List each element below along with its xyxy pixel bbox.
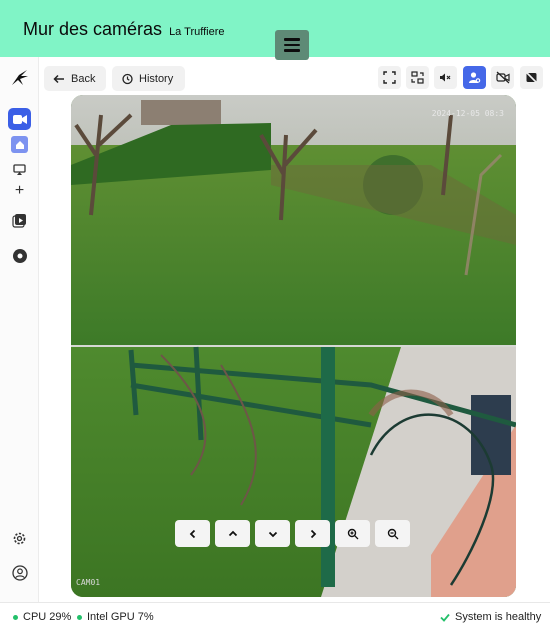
camera-feed-image bbox=[71, 95, 516, 597]
zoom-in-icon bbox=[347, 528, 358, 539]
pan-left-button[interactable] bbox=[175, 520, 210, 547]
zoom-out-button[interactable] bbox=[375, 520, 410, 547]
replay-icon[interactable] bbox=[10, 211, 29, 230]
zoom-in-button[interactable] bbox=[335, 520, 370, 547]
status-dot bbox=[13, 614, 18, 620]
camera-off-icon[interactable] bbox=[491, 66, 514, 89]
page-title-text: Mur des caméras bbox=[23, 19, 163, 39]
page-subtitle: La Truffiere bbox=[169, 26, 225, 38]
gpu-label: Intel GPU 7% bbox=[87, 611, 154, 623]
hamburger-line bbox=[284, 43, 300, 47]
sidebar: + bbox=[0, 57, 39, 602]
history-label: History bbox=[139, 72, 174, 85]
logo-icon[interactable] bbox=[9, 67, 31, 89]
cast-icon[interactable] bbox=[11, 161, 28, 178]
camera-label: CAM01 bbox=[76, 578, 101, 587]
switch-layout-icon[interactable] bbox=[406, 66, 429, 89]
up-arrow-icon bbox=[228, 530, 237, 536]
fullscreen-icon[interactable] bbox=[378, 66, 401, 89]
disc-icon[interactable] bbox=[10, 246, 29, 265]
health-label: System is healthy bbox=[455, 611, 542, 623]
left-arrow-icon bbox=[189, 529, 195, 538]
pan-right-button[interactable] bbox=[295, 520, 330, 547]
user-icon[interactable] bbox=[10, 563, 29, 582]
health-status: System is healthy bbox=[440, 611, 541, 623]
gpu-status: Intel GPU 7% bbox=[77, 611, 154, 623]
tilt-down-button[interactable] bbox=[255, 520, 290, 547]
back-label: Back bbox=[71, 72, 96, 85]
check-icon bbox=[440, 613, 450, 622]
video-timestamp: 2024-12-05 08:3 bbox=[431, 109, 504, 118]
zoom-out-icon bbox=[387, 528, 398, 539]
plus-icon[interactable]: + bbox=[11, 182, 28, 199]
hamburger-line bbox=[284, 49, 300, 52]
hamburger-icon bbox=[284, 38, 300, 41]
video-camera-icon[interactable] bbox=[8, 108, 31, 130]
home-icon[interactable] bbox=[11, 136, 28, 153]
gear-icon[interactable] bbox=[10, 529, 29, 548]
status-bar: CPU 29% Intel GPU 7% System is healthy bbox=[0, 602, 550, 629]
camera-feed[interactable]: 2024-12-05 08:3 CAM01 bbox=[71, 95, 516, 597]
right-arrow-icon bbox=[310, 529, 316, 538]
status-dot bbox=[77, 614, 82, 620]
history-button[interactable]: History bbox=[112, 66, 185, 91]
cpu-label: CPU 29% bbox=[23, 611, 72, 623]
cpu-status: CPU 29% bbox=[13, 611, 71, 623]
down-arrow-icon bbox=[268, 531, 277, 537]
tilt-up-button[interactable] bbox=[215, 520, 250, 547]
back-button[interactable]: Back bbox=[44, 66, 106, 91]
privacy-off-icon[interactable] bbox=[520, 66, 543, 89]
arrow-left-icon bbox=[53, 74, 64, 83]
history-icon bbox=[122, 73, 133, 84]
hamburger-menu-button[interactable] bbox=[275, 30, 309, 60]
page-title: Mur des caméras La Truffiere bbox=[23, 19, 225, 40]
mute-icon[interactable] bbox=[434, 66, 457, 89]
person-detect-icon[interactable] bbox=[463, 66, 486, 89]
